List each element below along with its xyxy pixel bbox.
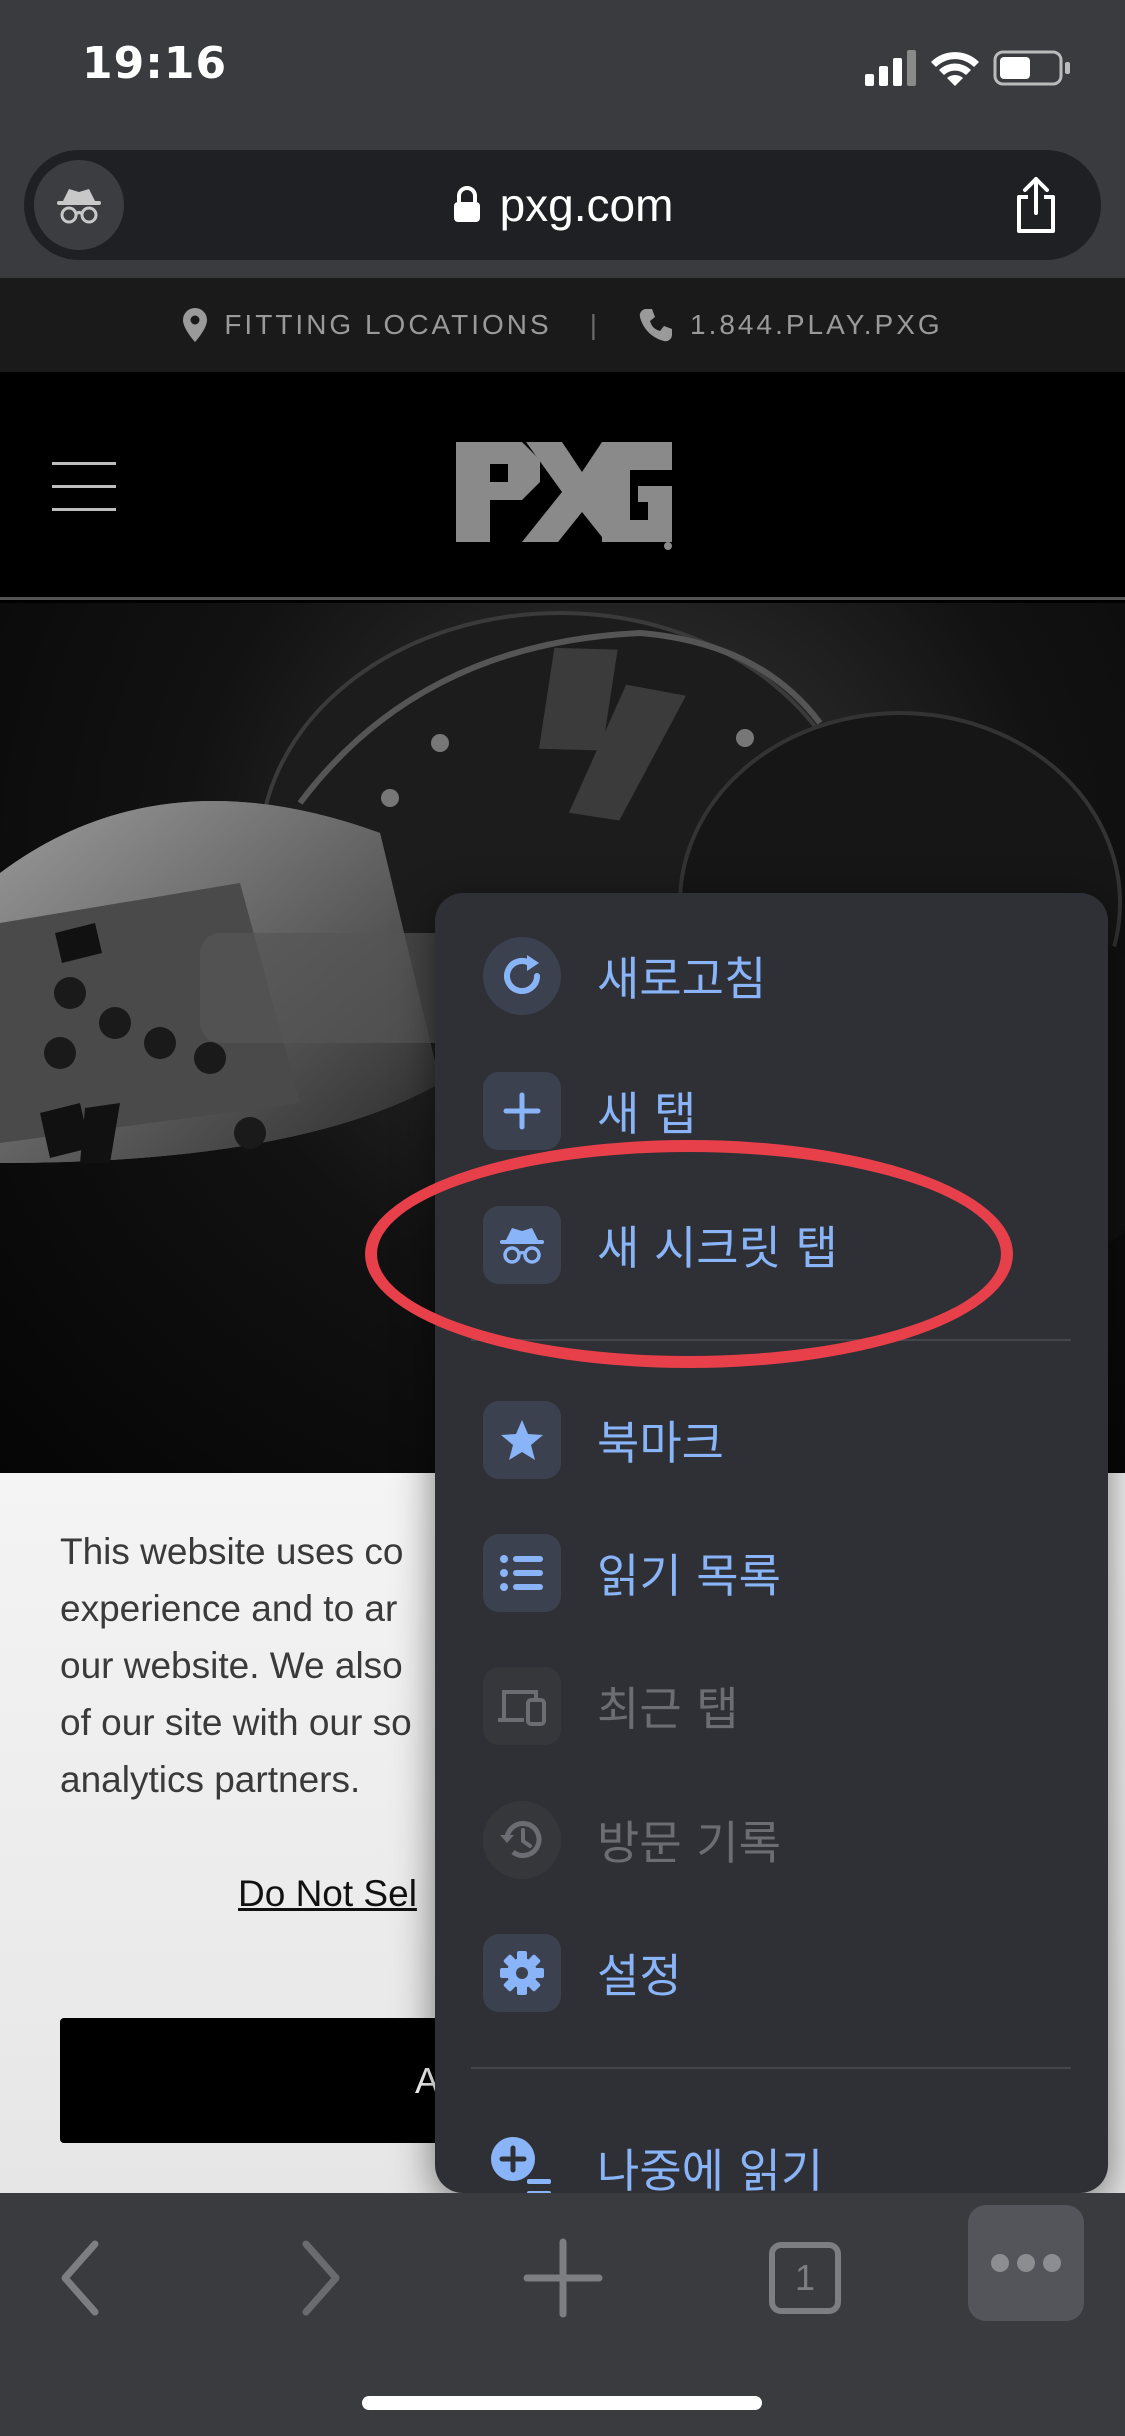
url-text: pxg.com — [499, 179, 674, 231]
menu-item-label: 새 시크릿 탭 — [597, 1221, 838, 1275]
menu-item-label: 설정 — [597, 1949, 682, 2003]
star-icon — [483, 1401, 561, 1479]
menu-item-reading-list[interactable]: 읽기 목록 — [483, 1528, 1083, 1618]
menu-item-history[interactable]: 방문 기록 — [483, 1795, 1083, 1885]
share-icon — [1017, 177, 1055, 233]
menu-item-label: 북마크 — [597, 1416, 724, 1470]
menu-item-label: 읽기 목록 — [597, 1549, 781, 1603]
share-button[interactable] — [1001, 170, 1071, 240]
menu-item-new-incognito-tab[interactable]: 새 시크릿 탭 — [483, 1200, 1083, 1290]
menu-item-reload[interactable]: 새로고침 — [483, 931, 1083, 1021]
menu-item-label: 새 탭 — [597, 1087, 697, 1141]
topbar-separator: | — [589, 309, 600, 340]
tab-switcher-button[interactable]: 1 — [750, 2223, 860, 2333]
more-menu-button[interactable] — [968, 2205, 1084, 2321]
menu-item-label: 새로고침 — [597, 952, 767, 1006]
chevron-left-icon — [61, 2240, 99, 2316]
battery-icon — [993, 50, 1070, 86]
menu-item-bookmarks[interactable]: 북마크 — [483, 1395, 1083, 1485]
phone-link[interactable]: 1.844.PLAY.PXG — [638, 307, 943, 343]
status-icons — [865, 44, 1085, 94]
site-utility-bar: FITTING LOCATIONS | 1.844.PLAY.PXG — [0, 278, 1125, 372]
menu-item-label: 최근 탭 — [597, 1682, 739, 1736]
menu-item-label: 나중에 읽기 — [597, 2144, 824, 2193]
more-dots-icon — [991, 2254, 1061, 2272]
menu-item-label: 방문 기록 — [597, 1816, 781, 1870]
forward-button[interactable] — [265, 2223, 375, 2333]
home-indicator — [362, 2396, 762, 2410]
menu-divider — [471, 1339, 1071, 1341]
devices-icon — [483, 1667, 561, 1745]
plus-icon — [523, 2238, 603, 2318]
tab-count: 1 — [769, 2242, 841, 2314]
menu-item-recent-tabs[interactable]: 최근 탭 — [483, 1661, 1083, 1751]
back-button[interactable] — [26, 2223, 136, 2333]
gear-icon — [483, 1934, 561, 2012]
pxg-logo[interactable] — [452, 442, 676, 552]
signal-icon — [865, 50, 916, 86]
lock-icon — [453, 186, 480, 222]
new-tab-button[interactable] — [508, 2223, 618, 2333]
menu-item-settings[interactable]: 설정 — [483, 1928, 1083, 2018]
read-later-icon — [483, 2129, 561, 2193]
status-time: 19:16 — [82, 38, 228, 89]
browser-top-chrome: 19:16 pxg.com — [0, 0, 1125, 278]
list-icon — [483, 1534, 561, 1612]
reload-icon — [483, 937, 561, 1015]
plus-icon — [483, 1072, 561, 1150]
address-bar[interactable]: pxg.com — [24, 150, 1101, 260]
phone-icon — [639, 309, 672, 342]
menu-item-new-tab[interactable]: 새 탭 — [483, 1066, 1083, 1156]
site-header — [0, 372, 1125, 600]
wifi-icon — [931, 52, 979, 86]
chevron-right-icon — [302, 2240, 340, 2316]
phone-label: 1.844.PLAY.PXG — [690, 309, 943, 340]
fitting-locations-label: FITTING LOCATIONS — [224, 309, 552, 340]
menu-hamburger-icon[interactable] — [52, 462, 116, 512]
location-pin-icon — [183, 308, 208, 342]
browser-overflow-menu: 새로고침 새 탭 새 시크릿 탭 북마크 읽기 목록 최근 탭 방문 기록 설정… — [435, 893, 1108, 2193]
fitting-locations-link[interactable]: FITTING LOCATIONS — [182, 307, 551, 343]
menu-divider — [471, 2067, 1071, 2069]
url-display[interactable]: pxg.com — [24, 150, 1101, 260]
menu-item-read-later[interactable]: 나중에 읽기 — [483, 2123, 1083, 2193]
history-icon — [483, 1801, 561, 1879]
do-not-sell-link[interactable]: Do Not Sel — [238, 1873, 417, 1915]
incognito-icon — [483, 1206, 561, 1284]
